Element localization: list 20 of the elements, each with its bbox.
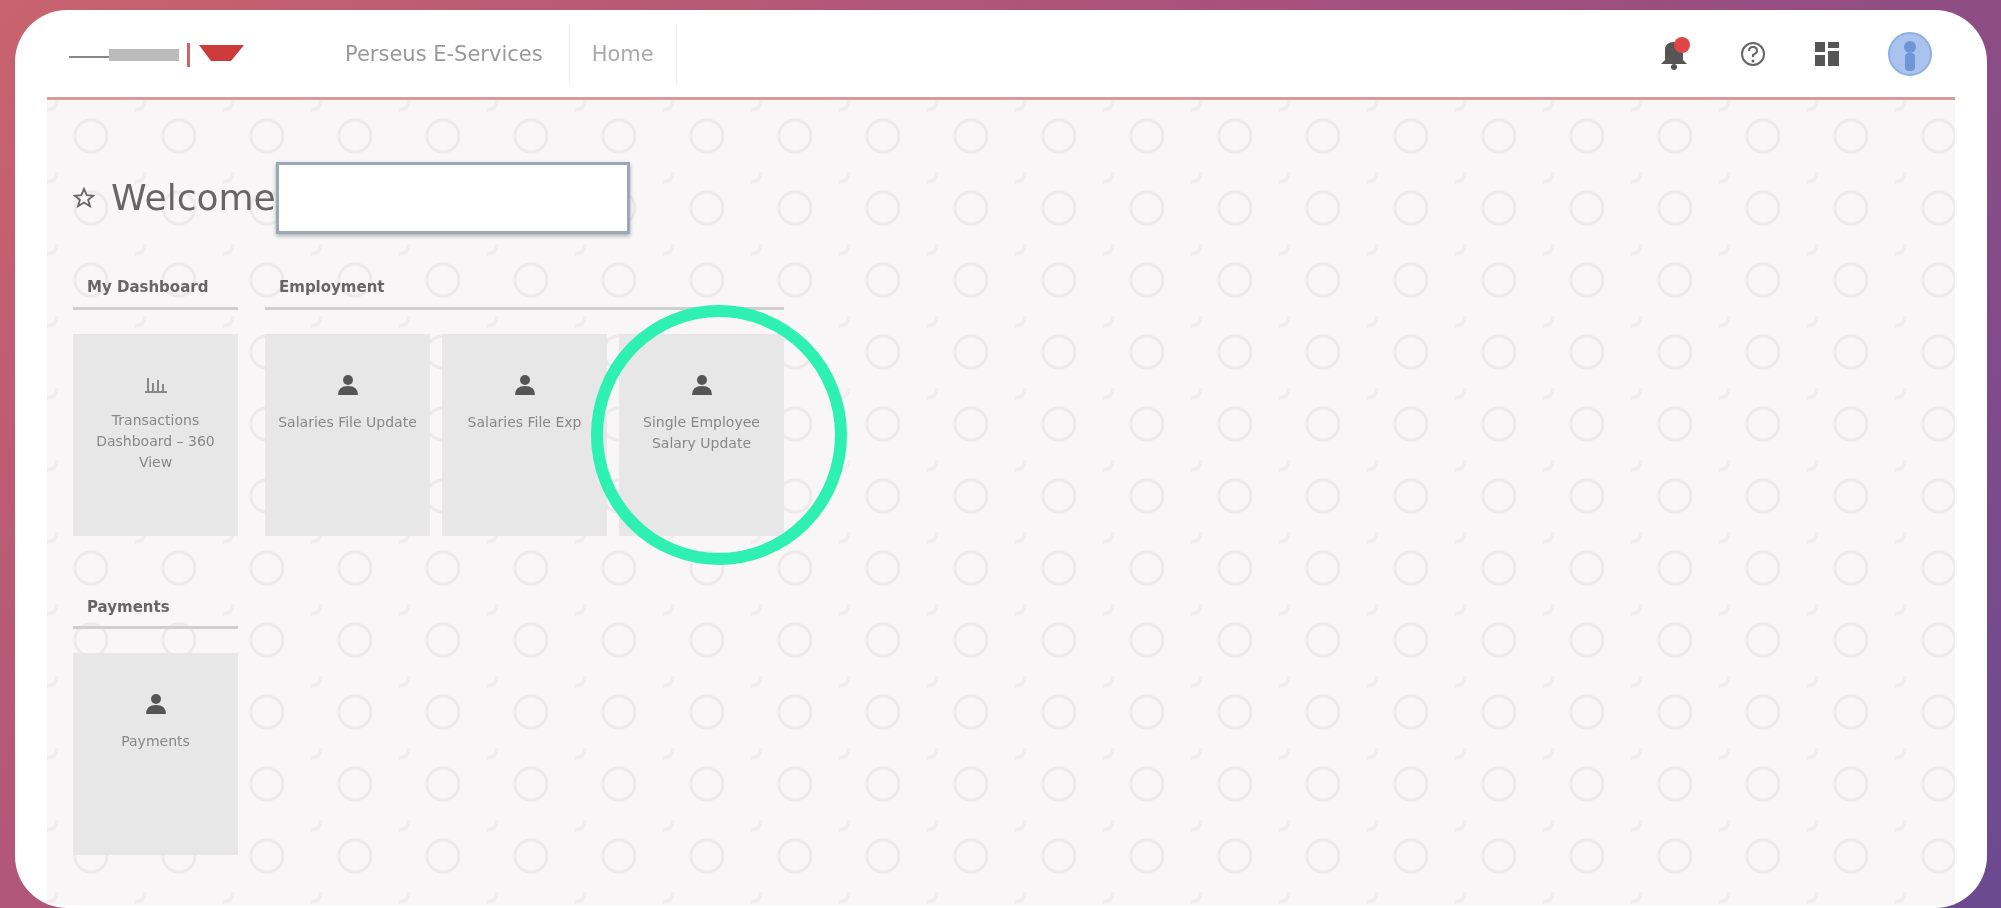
app-title: Perseus E-Services: [249, 23, 570, 84]
tile-button[interactable]: Payments: [73, 653, 238, 855]
text-field[interactable]: [275, 162, 630, 234]
tile-button[interactable]: Transactions Dashboard – 360 View: [73, 333, 238, 536]
person-icon: [690, 373, 713, 396]
grid-icon[interactable]: [1815, 41, 1839, 66]
avatar-icon[interactable]: [1887, 30, 1933, 77]
section-heading: My Dashboard: [73, 276, 238, 310]
tile-button[interactable]: Single Employee Salary Update: [619, 333, 784, 536]
section-heading: Payments: [73, 595, 238, 629]
help-icon[interactable]: [1739, 39, 1767, 68]
star-icon[interactable]: [73, 187, 95, 209]
section-heading: Employment: [265, 276, 784, 310]
welcome-title: Welcome: [111, 176, 276, 220]
tile-button[interactable]: Salaries File Update: [265, 333, 430, 536]
person-icon: [513, 373, 536, 396]
person-icon: [336, 373, 359, 396]
tile-button[interactable]: Salaries File Exp: [442, 333, 607, 536]
nav-link[interactable]: Home: [569, 23, 677, 84]
person-icon: [144, 693, 167, 715]
